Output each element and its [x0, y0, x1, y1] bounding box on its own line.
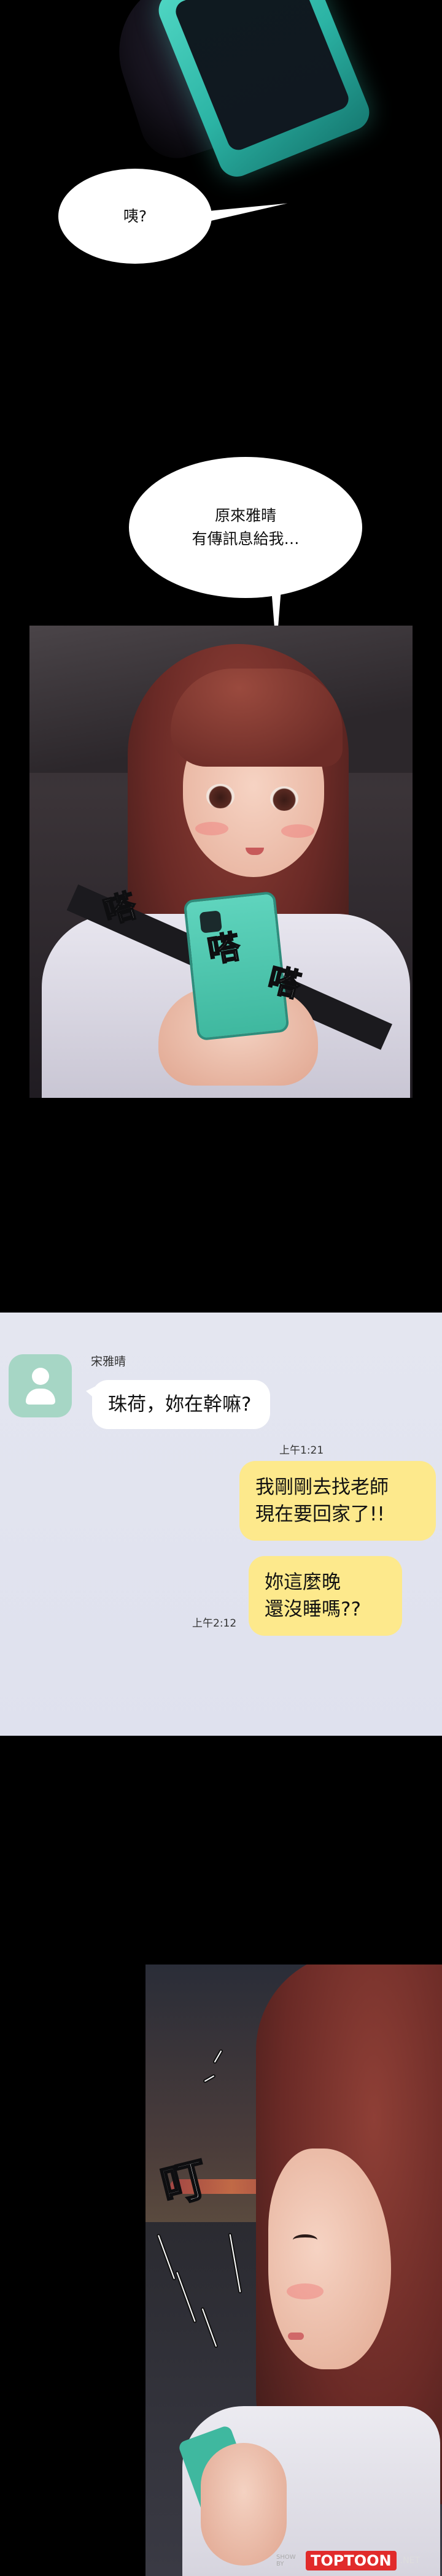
- outgoing-message: 妳這麼晚 還沒睡嗎??: [249, 1556, 402, 1636]
- panel-girl-profile: [145, 1965, 442, 2576]
- speech-text: 咦?: [123, 207, 147, 225]
- panel-girl-in-car: 嗒 嗒 嗒: [29, 626, 413, 1098]
- mouth: [288, 2333, 304, 2340]
- avatar: [9, 1354, 72, 1417]
- eye-left: [206, 784, 235, 808]
- watermark-caption: SHOW BY: [276, 2554, 296, 2567]
- hand: [201, 2443, 287, 2566]
- message-text: 我剛剛去找老師 現在要回家了!!: [255, 1476, 389, 1525]
- message-timestamp: 上午1:21: [279, 1444, 324, 1457]
- speech-bubble: 咦?: [58, 169, 212, 264]
- chat-screen: 宋雅晴 珠荷，妳在幹嘛? 上午1:21 我剛剛去找老師 現在要回家了!! 妳這麼…: [0, 1313, 442, 1736]
- user-icon: [32, 1368, 49, 1385]
- blush: [287, 2283, 324, 2299]
- eye: [293, 2234, 317, 2245]
- user-icon: [26, 1389, 55, 1405]
- hair-bangs: [171, 669, 343, 767]
- eye-right: [270, 786, 298, 811]
- blush: [281, 824, 314, 838]
- panel-phone-glow: [0, 0, 442, 202]
- message-text: 妳這麼晚 還沒睡嗎??: [265, 1571, 361, 1620]
- incoming-message: 珠荷，妳在幹嘛?: [92, 1380, 270, 1429]
- contact-name: 宋雅晴: [91, 1355, 126, 1368]
- blush: [195, 822, 228, 835]
- speech-bubble: 原來雅晴 有傳訊息給我…: [129, 457, 362, 598]
- watermark-suffix: .NET: [400, 2556, 420, 2566]
- outgoing-message: 我剛剛去找老師 現在要回家了!!: [239, 1461, 436, 1541]
- speech-text: 原來雅晴 有傳訊息給我…: [192, 507, 300, 548]
- watermark-logo: TOPTOON: [306, 2551, 397, 2570]
- watermark: SHOW BY TOPTOON .NET: [276, 2545, 442, 2576]
- speech-bubble-tail: [201, 199, 289, 223]
- message-timestamp: 上午2:12: [192, 1617, 237, 1630]
- message-text: 珠荷，妳在幹嘛?: [108, 1393, 252, 1416]
